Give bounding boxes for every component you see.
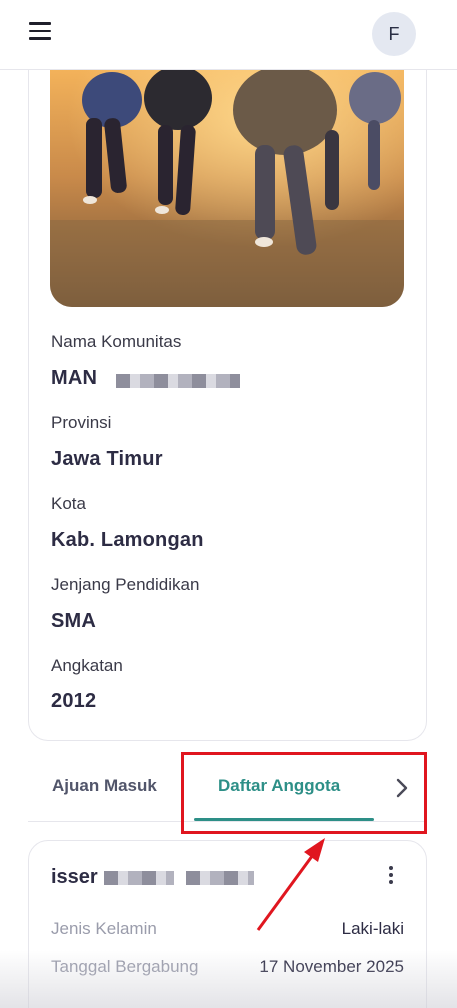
chevron-right-icon[interactable] bbox=[390, 774, 414, 802]
province-label: Provinsi bbox=[51, 413, 112, 432]
redacted-member-name-1 bbox=[104, 871, 174, 885]
join-date-value: 17 November 2025 bbox=[259, 957, 404, 976]
active-tab-indicator bbox=[194, 818, 374, 821]
join-date-label: Tanggal Bergabung bbox=[51, 957, 199, 976]
city-label: Kota bbox=[51, 494, 86, 513]
province-value: Jawa Timur bbox=[51, 448, 163, 470]
education-level-value: SMA bbox=[51, 610, 97, 632]
gender-value: Laki-laki bbox=[341, 919, 404, 938]
hamburger-menu-icon[interactable] bbox=[29, 22, 51, 44]
more-vertical-icon[interactable] bbox=[383, 862, 399, 888]
top-app-bar: F bbox=[0, 0, 457, 70]
class-year-label: Angkatan bbox=[51, 656, 123, 675]
city-value: Kab. Lamongan bbox=[51, 529, 204, 551]
community-name-value: MAN bbox=[51, 367, 98, 389]
community-photo bbox=[50, 70, 404, 307]
gender-label: Jenis Kelamin bbox=[51, 919, 157, 938]
user-avatar[interactable]: F bbox=[372, 12, 416, 56]
redacted-community-name bbox=[116, 374, 240, 388]
community-name-label: Nama Komunitas bbox=[51, 332, 182, 351]
member-tabs: Ajuan Masuk Daftar Anggota bbox=[28, 760, 427, 822]
tab-ajuan-masuk[interactable]: Ajuan Masuk bbox=[52, 776, 157, 796]
redacted-member-name-2 bbox=[186, 871, 254, 885]
tab-daftar-anggota[interactable]: Daftar Anggota bbox=[218, 776, 340, 796]
member-name: isser bbox=[51, 866, 98, 888]
education-level-label: Jenjang Pendidikan bbox=[51, 575, 200, 594]
class-year-value: 2012 bbox=[51, 690, 97, 712]
